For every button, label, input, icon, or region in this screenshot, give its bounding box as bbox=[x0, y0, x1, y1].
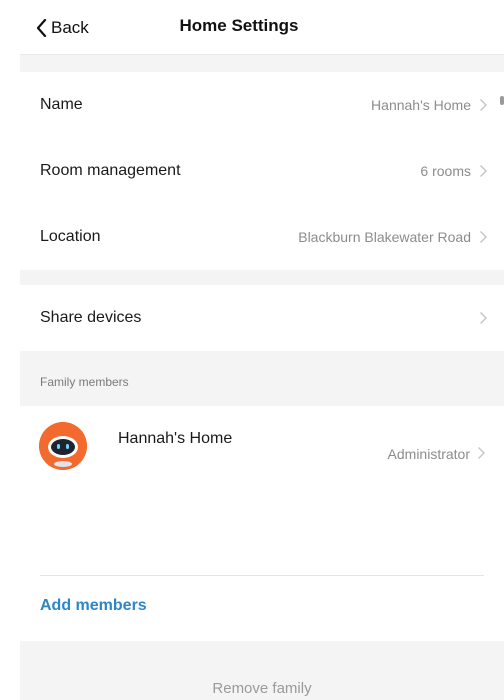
room-count-value: 6 rooms bbox=[420, 163, 471, 179]
edge-marker bbox=[500, 96, 504, 105]
left-gutter bbox=[0, 0, 20, 700]
chevron-right-icon bbox=[479, 311, 488, 325]
share-devices-label: Share devices bbox=[40, 309, 142, 326]
room-management-label: Room management bbox=[40, 162, 181, 179]
home-info-card: Name Hannah's Home Room management 6 roo… bbox=[20, 72, 504, 270]
share-devices-card: Share devices bbox=[20, 285, 504, 351]
nav-bar: Back Home Settings bbox=[20, 0, 504, 55]
member-name: Hannah's Home bbox=[118, 430, 233, 447]
family-members-caption: Family members bbox=[40, 375, 129, 389]
location-row[interactable]: Location Blackburn Blakewater Road bbox=[20, 204, 504, 270]
page-title-text: Home Settings bbox=[179, 16, 299, 35]
chevron-right-icon bbox=[479, 230, 488, 244]
divider bbox=[40, 575, 484, 576]
home-settings-page: Back Home Settings Name Hannah's Home Ro… bbox=[0, 0, 504, 700]
screen: Back Home Settings Name Hannah's Home Ro… bbox=[20, 0, 504, 700]
location-label: Location bbox=[40, 228, 101, 245]
chevron-right-icon bbox=[479, 98, 488, 112]
room-management-row[interactable]: Room management 6 rooms bbox=[20, 138, 504, 204]
chevron-right-icon bbox=[479, 164, 488, 178]
page-title: Home Settings bbox=[20, 16, 504, 36]
location-value: Blackburn Blakewater Road bbox=[298, 229, 471, 245]
robot-avatar-icon bbox=[39, 422, 87, 470]
add-members-button[interactable]: Add members bbox=[40, 597, 147, 615]
name-label: Name bbox=[40, 96, 83, 113]
name-row[interactable]: Name Hannah's Home bbox=[20, 72, 504, 138]
member-role[interactable]: Administrator bbox=[388, 446, 470, 462]
name-value: Hannah's Home bbox=[371, 97, 471, 113]
remove-family-button[interactable]: Remove family bbox=[20, 680, 504, 697]
chevron-right-icon bbox=[477, 446, 486, 465]
family-members-card: Hannah's Home Administrator Add members bbox=[20, 406, 504, 641]
share-devices-row[interactable]: Share devices bbox=[20, 285, 504, 351]
